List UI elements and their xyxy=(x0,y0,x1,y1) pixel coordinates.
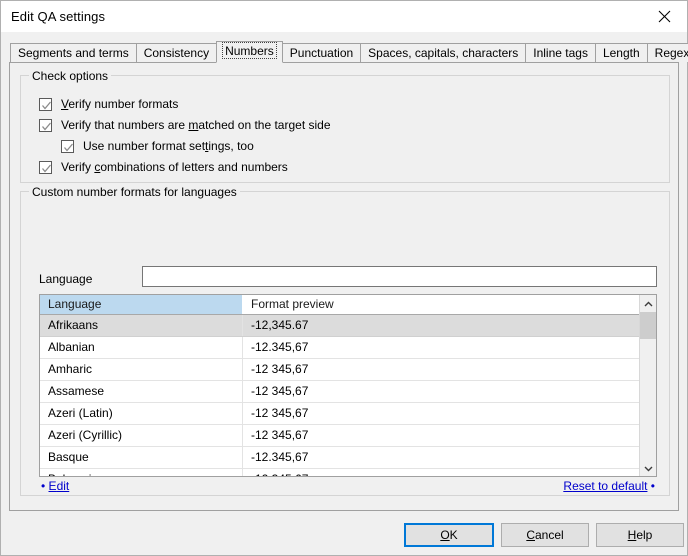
language-input[interactable] xyxy=(142,266,657,287)
tab-consistency[interactable]: Consistency xyxy=(135,43,218,62)
close-button[interactable] xyxy=(641,1,687,32)
window-title: Edit QA settings xyxy=(11,9,106,24)
table-row[interactable]: Azeri (Cyrillic) -12 345,67 xyxy=(40,425,639,447)
scrollbar-thumb[interactable] xyxy=(640,312,656,339)
tab-length[interactable]: Length xyxy=(594,43,648,62)
table-row[interactable]: Basque -12.345,67 xyxy=(40,447,639,469)
checkbox-label: Verify number formats xyxy=(61,97,179,111)
table-row[interactable]: Assamese -12 345,67 xyxy=(40,381,639,403)
cell-format-preview: -12 345,67 xyxy=(243,469,639,476)
checkbox-label: Verify combinations of letters and numbe… xyxy=(61,160,288,174)
checkbox-label: Use number format settings, too xyxy=(83,139,254,153)
cell-format-preview: -12 345,67 xyxy=(251,362,309,376)
scroll-down-button[interactable] xyxy=(640,459,656,476)
tab-label: Regex xyxy=(654,46,688,60)
cancel-label: ancel xyxy=(534,528,564,542)
cell-language: Basque xyxy=(40,447,243,468)
table-row[interactable]: Amharic -12 345,67 xyxy=(40,359,639,381)
tab-punctuation[interactable]: Punctuation xyxy=(281,43,362,62)
cell-format-preview: -12.345,67 xyxy=(251,340,309,354)
ok-label: K xyxy=(449,528,458,542)
language-formats-grid: Language Format preview Afrikaans -12,34… xyxy=(39,294,657,477)
checkbox-verify-combinations-letters-numbers[interactable]: Verify combinations of letters and numbe… xyxy=(39,159,288,175)
check-icon xyxy=(64,143,73,152)
grid-links-row: • Edit Reset to default • xyxy=(39,479,657,497)
tab-label: Punctuation xyxy=(289,46,354,60)
cancel-accel: C xyxy=(526,528,535,542)
group-check-options: Check options Verify number formats Veri… xyxy=(20,69,670,183)
grid-header-row: Language Format preview xyxy=(40,295,639,315)
tab-spaces-capitals-characters[interactable]: Spaces, capitals, characters xyxy=(360,43,527,62)
tab-regex[interactable]: Regex xyxy=(646,43,688,62)
dialog-window: Edit QA settings Segments and terms Cons… xyxy=(0,0,688,556)
cell-format-preview: -12.345,67 xyxy=(251,450,309,464)
tab-label: Numbers xyxy=(222,42,277,59)
tab-segments-and-terms[interactable]: Segments and terms xyxy=(10,43,137,62)
group-custom-number-formats: Custom number formats for languages Lang… xyxy=(20,185,670,497)
edit-link-accel: E xyxy=(48,479,57,493)
reset-link-text: eset to default xyxy=(572,479,648,493)
reset-to-default-link[interactable]: Reset to default • xyxy=(563,479,655,493)
chevron-up-icon xyxy=(644,297,653,311)
title-bar: Edit QA settings xyxy=(1,1,687,32)
cell-language: Azeri (Cyrillic) xyxy=(40,425,243,446)
reset-link-accel: R xyxy=(563,479,573,493)
edit-link[interactable]: • Edit xyxy=(41,479,69,493)
check-icon xyxy=(42,164,51,173)
tab-label: Length xyxy=(602,46,640,60)
cell-language: Assamese xyxy=(40,381,243,402)
cell-format-preview: -12,345.67 xyxy=(251,318,309,332)
grid-vertical-scrollbar[interactable] xyxy=(639,295,656,476)
checkbox-use-number-format-settings[interactable]: Use number format settings, too xyxy=(61,138,254,154)
close-icon xyxy=(658,10,671,23)
help-button[interactable]: Help xyxy=(596,523,684,547)
edit-link-text: dit xyxy=(56,479,70,493)
dialog-button-bar: OK Cancel Help xyxy=(1,511,687,555)
tab-numbers[interactable]: Numbers xyxy=(216,41,283,63)
tab-inline-tags[interactable]: Inline tags xyxy=(525,43,596,62)
scroll-up-button[interactable] xyxy=(640,295,656,312)
cell-format-preview: -12 345,67 xyxy=(251,428,309,442)
checkbox-box[interactable] xyxy=(39,118,52,132)
cell-language: Albanian xyxy=(40,337,243,358)
language-label: Language xyxy=(39,272,93,286)
reset-bullet: • xyxy=(650,479,655,493)
group-custom-formats-title: Custom number formats for languages xyxy=(29,185,240,199)
ok-accel: O xyxy=(440,528,450,542)
tab-label: Spaces, capitals, characters xyxy=(368,46,519,60)
ok-button[interactable]: OK xyxy=(404,523,494,547)
help-label: elp xyxy=(636,528,653,542)
checkbox-verify-number-formats[interactable]: Verify number formats xyxy=(39,96,178,112)
checkbox-label: Verify that numbers are matched on the t… xyxy=(61,118,331,132)
cell-language: Amharic xyxy=(40,359,243,380)
tab-strip: Segments and terms Consistency Numbers P… xyxy=(9,40,688,63)
cell-format-preview: -12 345,67 xyxy=(251,384,309,398)
tab-label: Consistency xyxy=(143,46,210,60)
check-icon xyxy=(42,122,51,131)
group-check-options-title: Check options xyxy=(29,69,112,83)
cell-language: Belarusian xyxy=(40,469,243,476)
table-row[interactable]: Afrikaans -12,345.67 xyxy=(40,315,639,337)
cell-language: Azeri (Latin) xyxy=(40,403,243,424)
chevron-down-icon xyxy=(644,461,653,475)
edit-bullet: • xyxy=(41,479,46,493)
cancel-button[interactable]: Cancel xyxy=(501,523,589,547)
grid-body: Language Format preview Afrikaans -12,34… xyxy=(40,295,639,476)
grid-header-language[interactable]: Language xyxy=(40,295,243,314)
checkbox-box[interactable] xyxy=(61,139,74,153)
tab-label: Inline tags xyxy=(533,46,588,60)
check-icon xyxy=(42,101,51,110)
checkbox-verify-numbers-matched-target[interactable]: Verify that numbers are matched on the t… xyxy=(39,117,331,133)
scrollbar-track[interactable] xyxy=(640,339,656,459)
table-row[interactable]: Azeri (Latin) -12 345,67 xyxy=(40,403,639,425)
tab-page-numbers: Check options Verify number formats Veri… xyxy=(9,62,679,511)
tab-label: Segments and terms xyxy=(18,46,129,60)
table-row[interactable]: Albanian -12.345,67 xyxy=(40,337,639,359)
cell-language: Afrikaans xyxy=(40,315,243,336)
checkbox-box[interactable] xyxy=(39,160,52,174)
checkbox-box[interactable] xyxy=(39,97,52,111)
grid-header-format-preview[interactable]: Format preview xyxy=(243,295,639,314)
cell-format-preview: -12 345,67 xyxy=(251,406,309,420)
table-row[interactable]: Belarusian -12 345,67 xyxy=(40,469,639,476)
